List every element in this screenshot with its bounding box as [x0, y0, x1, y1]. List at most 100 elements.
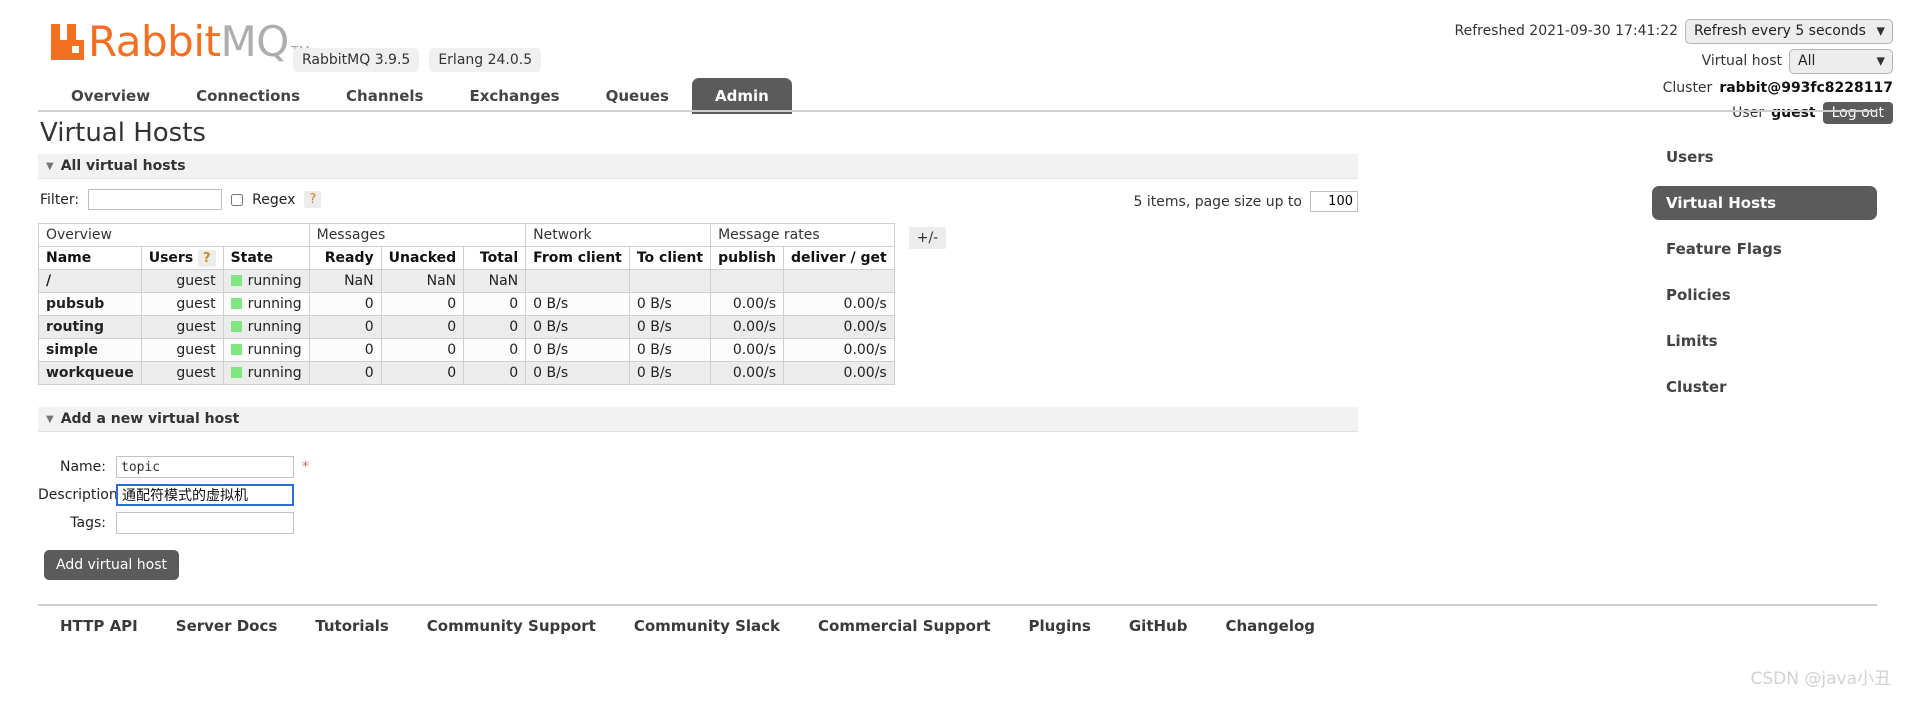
tab-exchanges[interactable]: Exchanges	[446, 78, 582, 114]
user-row: User guest Log out	[1454, 102, 1893, 124]
cell-state: running	[222, 338, 310, 362]
table-row[interactable]: workqueue guest running 0 0 0 0 B/s 0 B/…	[38, 361, 954, 385]
filter-row: Filter: Regex ? 5 items, page size up to	[38, 179, 1358, 221]
footer-link-changelog[interactable]: Changelog	[1225, 617, 1315, 635]
table-row[interactable]: pubsub guest running 0 0 0 0 B/s 0 B/s 0…	[38, 292, 954, 316]
filter-input[interactable]	[88, 189, 223, 210]
cell-state-label: running	[247, 273, 302, 289]
description-field-label: Description:	[38, 487, 123, 503]
name-field-label: Name:	[59, 459, 106, 475]
footer-link-commercial-support[interactable]: Commercial Support	[818, 617, 991, 635]
vhost-select[interactable]: All	[1789, 48, 1893, 74]
page-title: Virtual Hosts	[40, 118, 206, 148]
logo-text-rabbit: Rabbit	[88, 17, 221, 66]
sidebar-item-policies[interactable]: Policies	[1652, 278, 1877, 312]
footer-link-tutorials[interactable]: Tutorials	[315, 617, 388, 635]
table-row[interactable]: routing guest running 0 0 0 0 B/s 0 B/s …	[38, 315, 954, 339]
user-name: guest	[1771, 105, 1816, 121]
col-header-name[interactable]: Name	[38, 246, 142, 270]
cell-name[interactable]: routing	[38, 315, 142, 339]
cell-name[interactable]: pubsub	[38, 292, 142, 316]
sidebar-item-feature-flags[interactable]: Feature Flags	[1652, 232, 1877, 266]
cell-ready: 0	[308, 292, 382, 316]
cell-total: 0	[463, 338, 527, 362]
add-virtual-host-form: Name: * Description: Tags: Add virtual h…	[38, 442, 1358, 580]
toggle-columns-button[interactable]: +/-	[908, 226, 947, 249]
cell-state: running	[222, 269, 310, 293]
cell-publish: 0.00/s	[710, 361, 785, 385]
cell-users: guest	[140, 292, 224, 316]
user-label: User	[1732, 105, 1765, 121]
pager-controls: 5 items, page size up to	[1134, 191, 1358, 212]
tab-connections[interactable]: Connections	[173, 78, 323, 114]
tags-field-label: Tags:	[70, 515, 106, 531]
col-header-total[interactable]: Total	[463, 246, 527, 270]
refreshed-timestamp: Refreshed 2021-09-30 17:41:22	[1454, 23, 1678, 39]
col-header-publish[interactable]: publish	[710, 246, 785, 270]
cell-total: 0	[463, 315, 527, 339]
cell-deliver-get: 0.00/s	[783, 315, 895, 339]
col-header-to-client[interactable]: To client	[628, 246, 712, 270]
refresh-interval-select[interactable]: Refresh every 5 seconds	[1685, 18, 1893, 44]
footer-link-http-api[interactable]: HTTP API	[60, 617, 138, 635]
table-row[interactable]: / guest running NaN NaN NaN	[38, 269, 954, 293]
tab-admin[interactable]: Admin	[691, 78, 792, 114]
vhost-description-input[interactable]	[116, 484, 294, 506]
cell-unacked: 0	[380, 361, 465, 385]
footer-link-community-slack[interactable]: Community Slack	[634, 617, 780, 635]
page-size-input[interactable]	[1310, 191, 1358, 212]
all-virtual-hosts-section-header[interactable]: ▼ All virtual hosts	[38, 154, 1358, 179]
cell-ready: 0	[308, 338, 382, 362]
pager-text: 5 items, page size up to	[1133, 193, 1302, 210]
col-header-unacked[interactable]: Unacked	[380, 246, 465, 270]
cell-state: running	[222, 292, 310, 316]
refresh-interval-select-wrap[interactable]: Refresh every 5 seconds ▼	[1685, 18, 1893, 44]
header-divider	[38, 110, 1877, 112]
cell-ready: 0	[308, 315, 382, 339]
rabbitmq-logo[interactable]: RabbitMQ TM	[48, 21, 310, 63]
col-header-users-label: Users	[148, 250, 194, 266]
all-virtual-hosts-section-label: All virtual hosts	[60, 158, 186, 174]
footer-divider	[38, 604, 1877, 606]
sidebar-item-limits[interactable]: Limits	[1652, 324, 1877, 358]
vhost-tags-input[interactable]	[116, 512, 294, 534]
footer-link-community-support[interactable]: Community Support	[427, 617, 596, 635]
col-header-users[interactable]: Users ?	[140, 246, 224, 270]
cell-state: running	[222, 315, 310, 339]
footer-links: HTTP API Server Docs Tutorials Community…	[60, 617, 1315, 635]
regex-label: Regex	[252, 191, 296, 208]
footer-link-github[interactable]: GitHub	[1129, 617, 1188, 635]
group-header-network: Network	[525, 223, 712, 247]
cell-name[interactable]: workqueue	[38, 361, 142, 385]
cell-unacked: 0	[380, 292, 465, 316]
sidebar-item-cluster[interactable]: Cluster	[1652, 370, 1877, 404]
cell-name[interactable]: /	[38, 269, 142, 293]
regex-checkbox[interactable]	[231, 193, 244, 206]
col-header-deliver-get[interactable]: deliver / get	[783, 246, 895, 270]
logout-button[interactable]: Log out	[1822, 102, 1893, 124]
add-virtual-host-section-header[interactable]: ▼ Add a new virtual host	[38, 407, 1358, 432]
footer-link-server-docs[interactable]: Server Docs	[176, 617, 278, 635]
cell-ready: 0	[308, 361, 382, 385]
cell-total: NaN	[463, 269, 527, 293]
footer-link-plugins[interactable]: Plugins	[1029, 617, 1091, 635]
tab-overview[interactable]: Overview	[48, 78, 173, 114]
regex-help-icon[interactable]: ?	[304, 191, 322, 208]
cell-name[interactable]: simple	[38, 338, 142, 362]
add-virtual-host-button[interactable]: Add virtual host	[44, 550, 179, 580]
col-header-ready[interactable]: Ready	[308, 246, 382, 270]
table-row[interactable]: simple guest running 0 0 0 0 B/s 0 B/s 0…	[38, 338, 954, 362]
tab-queues[interactable]: Queues	[583, 78, 692, 114]
form-row-description: Description:	[38, 484, 1358, 506]
col-header-state[interactable]: State	[222, 246, 310, 270]
users-help-icon[interactable]: ?	[198, 250, 216, 267]
sidebar-item-users[interactable]: Users	[1652, 140, 1877, 174]
vhost-select-wrap[interactable]: All ▼	[1789, 48, 1893, 74]
cell-publish: 0.00/s	[710, 338, 785, 362]
sidebar-item-virtual-hosts[interactable]: Virtual Hosts	[1652, 186, 1877, 220]
tab-channels[interactable]: Channels	[323, 78, 446, 114]
vhost-name-input[interactable]	[116, 456, 294, 478]
cell-publish: 0.00/s	[710, 315, 785, 339]
page-root: RabbitMQ TM RabbitMQ 3.9.5 Erlang 24.0.5…	[0, 0, 1915, 703]
col-header-from-client[interactable]: From client	[525, 246, 630, 270]
